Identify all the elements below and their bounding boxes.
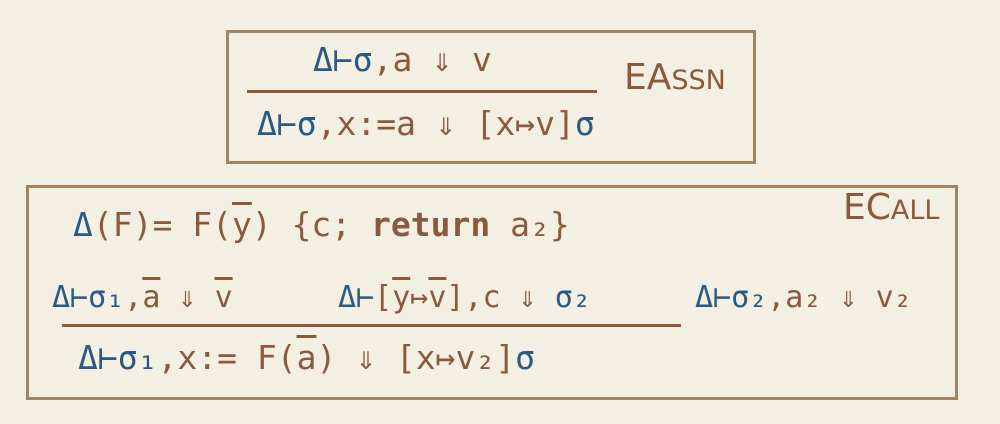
eassn-premise: Δ⊢σ,a ⇓ v [313,40,492,79]
ecall-conclusion: Δ⊢σ₁,x:= F(a) ⇓ [x↦v₂]σ [78,338,535,377]
eassn-rule-name: EASSN [624,57,726,98]
ecall-rule-name: ECALL [843,187,940,228]
ecall-premise-return: Δ⊢σ₂,a₂ ⇓ v₂ [695,280,912,315]
ecall-premise-args: Δ⊢σ₁,a ⇓ v [52,280,233,315]
eassn-inference-line [247,90,597,93]
eassn-conclusion: Δ⊢σ,x:=a ⇓ [x↦v]σ [257,104,595,143]
ecall-function-definition: Δ(F)= F(y) {c; return a₂} [73,205,570,244]
ecall-premise-body: Δ⊢[y↦v],c ⇓ σ₂ [338,280,591,315]
ecall-inference-line [62,324,681,327]
